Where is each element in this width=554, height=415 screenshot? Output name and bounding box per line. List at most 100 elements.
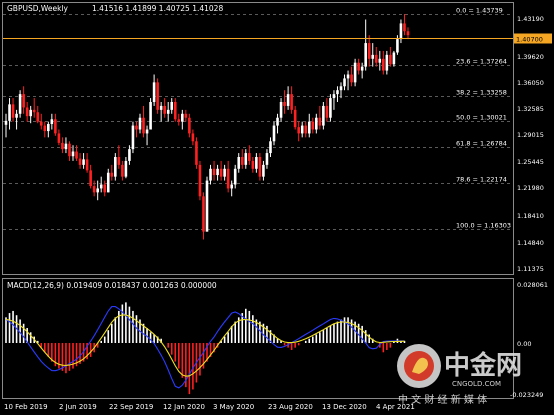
candle-body: [315, 117, 318, 130]
candle-body: [96, 188, 99, 193]
candle-body: [71, 151, 75, 157]
candle-body: [343, 78, 346, 87]
candle-body: [145, 129, 149, 134]
price-axis-label: 1.18410: [517, 212, 544, 220]
candle-body: [181, 113, 184, 122]
candle-body: [248, 153, 251, 161]
candle-body: [237, 157, 241, 169]
candle-body: [188, 117, 191, 134]
candle-body: [131, 125, 135, 150]
candle-body: [311, 121, 315, 130]
fib-level-label: 61.8 = 1.26784: [456, 140, 507, 148]
candle-body: [184, 113, 188, 118]
fib-level-label: 78.6 = 1.22174: [456, 176, 507, 184]
price-axis-label: 1.21980: [517, 184, 544, 192]
candle-body: [325, 105, 329, 118]
candle-body: [191, 133, 195, 142]
price-axis-label: 1.32585: [517, 105, 544, 113]
candle-body: [374, 54, 378, 63]
candle-body: [329, 98, 332, 118]
candle-body: [403, 23, 406, 32]
candle-body: [233, 168, 237, 185]
macd-axis-label: 0.028061: [517, 281, 548, 289]
candle-body: [149, 102, 152, 130]
candle-body: [244, 153, 248, 165]
candle-body: [360, 66, 364, 71]
candle-body: [36, 112, 40, 122]
candle-body: [283, 102, 286, 106]
candle-body: [124, 160, 128, 177]
fib-level-label: 50.0 = 1.30021: [456, 114, 507, 122]
candle-body: [332, 94, 336, 99]
candle-body: [47, 124, 50, 132]
candle-body: [406, 31, 410, 36]
candle-body: [117, 157, 121, 165]
candle-body: [156, 82, 159, 110]
candle-body: [279, 102, 283, 118]
macd-label: MACD(12,26,9) 0.019409 0.018437 0.001263…: [7, 281, 217, 290]
candle-body: [304, 125, 308, 134]
trading-chart[interactable]: 0.0 = 1.43739 23.6 = 1.37264 38.2 = 1.3325…: [0, 0, 554, 415]
candle-body: [25, 107, 29, 117]
candle-body: [8, 104, 11, 121]
candle-body: [29, 109, 32, 117]
candle-body: [99, 184, 103, 189]
price-axis-label: 1.43190: [517, 15, 544, 23]
time-axis-label: 10 Feb 2019: [4, 403, 48, 411]
candle-body: [78, 158, 82, 165]
candle-body: [75, 151, 78, 159]
candle-body: [202, 196, 205, 232]
time-axis-label: 22 Sep 2019: [109, 403, 153, 411]
candle-body: [219, 168, 223, 177]
candle-body: [357, 62, 360, 71]
candle-body: [64, 143, 68, 150]
candle-body: [209, 168, 212, 181]
time-axis-label: 23 Aug 2020: [268, 403, 313, 411]
candle-body: [4, 120, 8, 125]
price-axis-label: 1.36050: [517, 79, 544, 87]
candle-body: [339, 86, 343, 91]
candle-body: [43, 125, 47, 132]
watermark-slogan: 中 文 财 经 新 媒 体: [398, 393, 487, 406]
candle-body: [68, 143, 71, 157]
candle-body: [322, 105, 325, 126]
candle-body: [11, 104, 15, 118]
time-axis-label: 13 Dec 2020: [322, 403, 367, 411]
candle-body: [392, 52, 396, 65]
watermark-brand: 中金网: [444, 350, 522, 381]
candle-body: [396, 39, 399, 53]
candle-body: [265, 153, 269, 165]
candle-body: [346, 74, 350, 79]
candle-body: [364, 43, 367, 67]
candle-body: [293, 109, 297, 128]
time-axis-label: 2 Jun 2019: [59, 403, 97, 411]
candle-body: [290, 94, 293, 110]
macd-axis-label: 0.00: [517, 340, 531, 348]
candle-body: [371, 54, 375, 59]
candle-body: [15, 113, 18, 118]
candle-body: [18, 94, 22, 114]
candle-body: [121, 164, 124, 177]
candle-body: [57, 133, 61, 143]
candle-body: [82, 159, 85, 165]
candle-body: [251, 160, 255, 169]
fib-level-label: 100.0 = 1.16303: [456, 222, 511, 230]
candle-body: [152, 82, 156, 103]
price-axis-label: 1.29015: [517, 131, 544, 139]
candle-body: [159, 105, 163, 110]
candle-body: [385, 54, 389, 71]
candle-body: [32, 109, 36, 113]
candle-body: [367, 43, 371, 59]
candle-body: [142, 117, 145, 134]
watermark-url: CNGOLD.COM: [452, 380, 501, 388]
candle-body: [272, 125, 276, 142]
candle-body: [350, 74, 353, 83]
candle-body: [198, 164, 202, 197]
candle-body: [318, 117, 322, 126]
candle-body: [22, 94, 25, 108]
candle-body: [336, 90, 339, 95]
candle-body: [300, 125, 304, 134]
candle-body: [166, 109, 170, 114]
time-axis-label: 3 May 2020: [213, 403, 254, 411]
price-axis-label: 1.25445: [517, 158, 544, 166]
